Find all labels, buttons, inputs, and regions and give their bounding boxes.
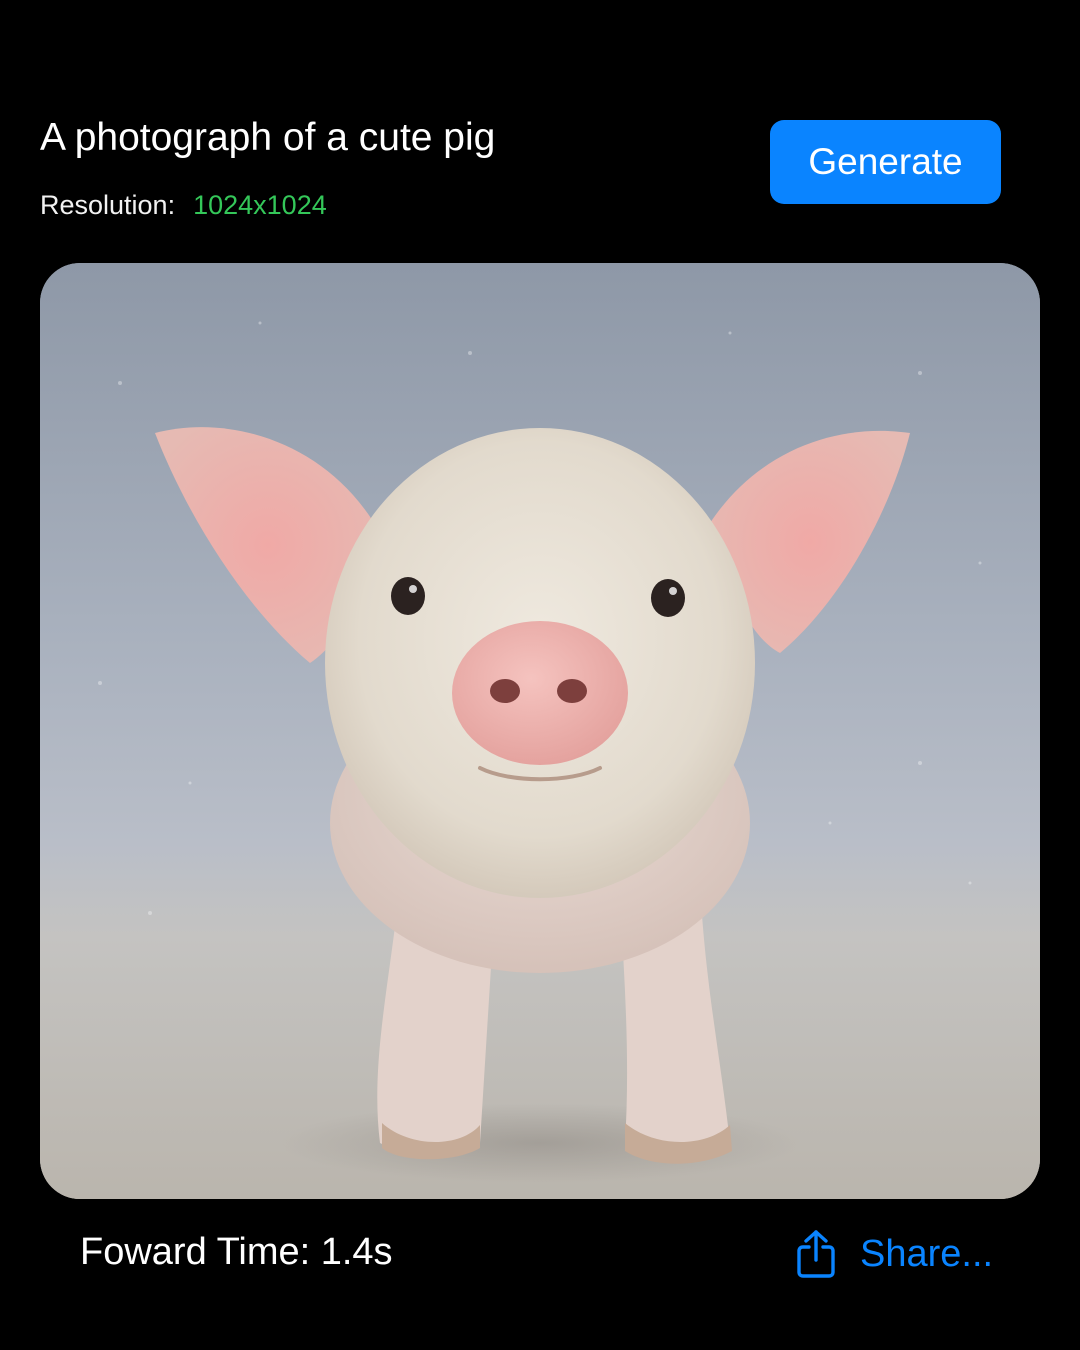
share-icon [797, 1230, 835, 1278]
resolution-label: Resolution: [40, 190, 176, 220]
prompt-title: A photograph of a cute pig [40, 116, 496, 159]
forward-time: Foward Time: 1.4s [80, 1231, 393, 1273]
generate-button[interactable]: Generate [770, 120, 1001, 204]
share-label: Share... [860, 1232, 994, 1275]
generated-image [40, 263, 1040, 1199]
resolution-value: 1024x1024 [193, 190, 327, 220]
resolution-row: Resolution: 1024x1024 [40, 186, 327, 224]
pig-illustration [40, 263, 1040, 1199]
share-button[interactable]: Share... [796, 1226, 993, 1282]
